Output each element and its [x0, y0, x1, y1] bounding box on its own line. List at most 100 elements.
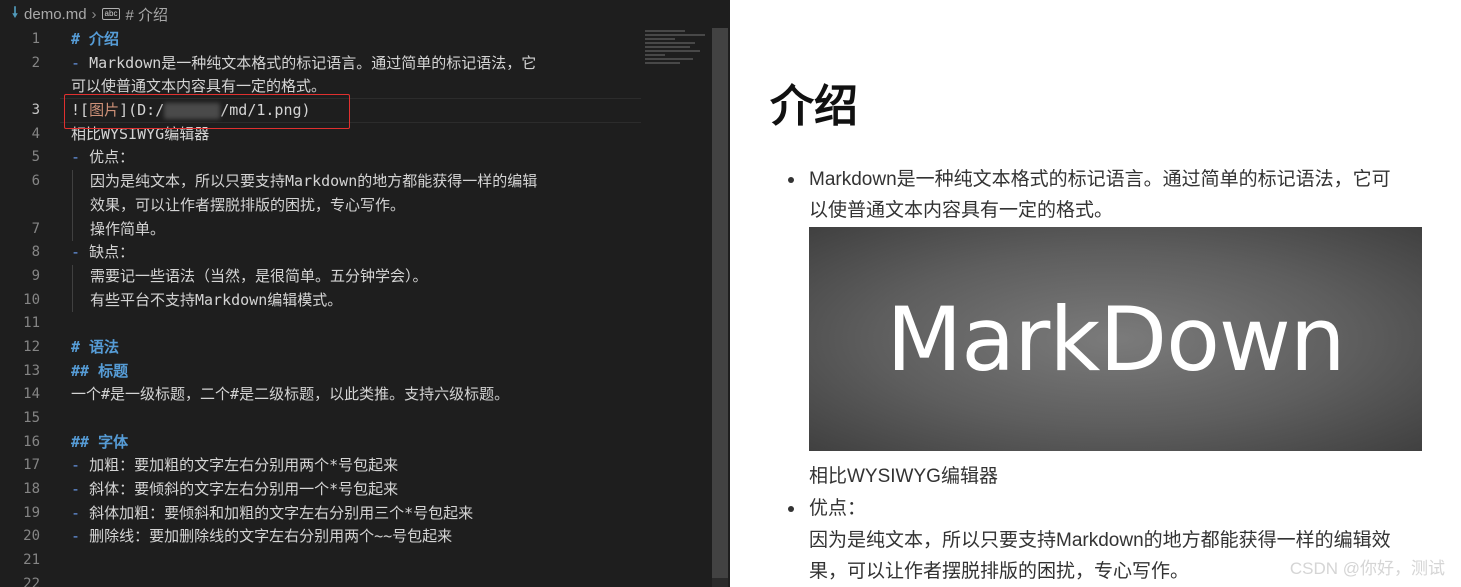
token: 有些平台不支持Markdown编辑模式。: [90, 290, 343, 309]
line-text: 一个#是一级标题，二个#是二级标题，以此类推。支持六级标题。: [71, 383, 509, 407]
line-number: 13: [23, 362, 40, 379]
token: 效果，可以让作者摆脱排版的困扰，专心写作。: [90, 195, 406, 214]
code-line[interactable]: 20 - 删除线：要加删除线的文字左右分别用两个~~号包起来: [0, 525, 645, 549]
token: -: [71, 527, 90, 546]
token: ## 字体: [71, 432, 129, 451]
breadcrumb: 🠗 demo.md › abc # 介绍: [0, 0, 652, 28]
token: 斜体：要倾斜的文字左右分别用一个*号包起来: [89, 480, 399, 499]
line-number: 22: [23, 575, 40, 587]
breadcrumb-file[interactable]: demo.md: [24, 6, 87, 23]
line-text: - 删除线：要加删除线的文字左右分别用两个~~号包起来: [71, 525, 452, 549]
indent-guide: [72, 170, 73, 194]
token: 需要记一些语法（当然，是很简单。五分钟学会）。: [90, 266, 428, 285]
token: # 语法: [71, 337, 120, 356]
markdown-logo-image: MarkDown: [809, 227, 1422, 451]
markdown-editor[interactable]: 🠗 demo.md › abc # 介绍 1 # 介绍 2 - Markdown是一种…: [0, 0, 730, 587]
bullet-dot: [788, 506, 794, 512]
code-line[interactable]: 5 - 优点：: [0, 146, 645, 170]
line-number: 17: [23, 457, 40, 474]
indent-guide: [72, 288, 73, 313]
token: -: [71, 480, 90, 499]
code-line[interactable]: 11: [0, 312, 645, 336]
line-text: 因为是纯文本，所以只要支持Markdown的地方都能获得一样的编辑: [90, 170, 537, 194]
code-line[interactable]: 6 因为是纯文本，所以只要支持Markdown的地方都能获得一样的编辑: [0, 170, 645, 194]
line-number: 12: [23, 338, 40, 355]
token: -: [71, 456, 90, 475]
string-symbol-icon: abc: [101, 8, 121, 20]
indent-guide: [72, 217, 73, 242]
code-line[interactable]: 15: [0, 407, 645, 431]
line-text: # 介绍: [71, 28, 119, 52]
token: ## 标题: [71, 361, 129, 380]
line-number: 2: [31, 54, 40, 71]
vertical-scrollbar-thumb[interactable]: [712, 28, 728, 578]
line-text: # 语法: [71, 336, 119, 360]
token: # 介绍: [71, 30, 120, 48]
line-number: 7: [31, 220, 40, 237]
code-line[interactable]: 10 有些平台不支持Markdown编辑模式。: [0, 288, 645, 313]
preview-pros-label: 优点：: [809, 498, 867, 519]
code-line[interactable]: 18 - 斜体：要倾斜的文字左右分别用一个*号包起来: [0, 478, 645, 502]
token: -: [71, 53, 90, 72]
markdown-preview: 介绍 Markdown是一种纯文本格式的标记语言。通过简单的标记语法，它可 以使…: [730, 0, 1461, 587]
indent-guide: [72, 193, 73, 218]
code-line[interactable]: 14 一个#是一级标题，二个#是二级标题，以此类推。支持六级标题。: [0, 383, 645, 407]
preview-bullet1-line2: 以使普通文本内容具有一定的格式。: [809, 200, 1114, 221]
preview-heading: 介绍: [770, 81, 858, 132]
line-text: - 斜体加粗：要倾斜和加粗的文字左右分别用三个*号包起来: [71, 502, 473, 526]
image-caption-text: MarkDown: [886, 287, 1345, 391]
line-text: - Markdown是一种纯文本格式的标记语言。通过简单的标记语法，它: [71, 52, 536, 76]
token: 缺点：: [89, 243, 135, 262]
code-line[interactable]: 9 需要记一些语法（当然，是很简单。五分钟学会）。: [0, 264, 645, 289]
code-line[interactable]: 16 ## 字体: [0, 431, 645, 455]
line-number: 14: [23, 386, 40, 403]
token: 斜体加粗：要倾斜和加粗的文字左右分别用三个*号包起来: [89, 503, 474, 522]
chevron-right-icon: ›: [91, 5, 97, 23]
code-line[interactable]: 12 # 语法: [0, 336, 645, 360]
token: -: [71, 148, 90, 167]
code-line[interactable]: 17 - 加粗：要加粗的文字左右分别用两个*号包起来: [0, 454, 645, 478]
code-line[interactable]: 7 操作简单。: [0, 217, 645, 242]
line-number: 9: [31, 267, 40, 284]
line-number: 21: [23, 552, 40, 569]
line-number: 6: [31, 173, 40, 190]
line-number: 4: [31, 125, 40, 142]
line-text: 效果，可以让作者摆脱排版的困扰，专心写作。: [90, 194, 405, 218]
bullet-dot: [788, 177, 794, 183]
token: 操作简单。: [90, 219, 166, 238]
minimap[interactable]: [645, 28, 710, 88]
line-text: ## 字体: [71, 431, 128, 455]
line-text: 需要记一些语法（当然，是很简单。五分钟学会）。: [90, 265, 428, 289]
code-line[interactable]: 21: [0, 549, 645, 573]
line-number: 19: [23, 504, 40, 521]
breadcrumb-symbol[interactable]: # 介绍: [125, 4, 168, 25]
code-line[interactable]: 2 - Markdown是一种纯文本格式的标记语言。通过简单的标记语法，它: [0, 52, 645, 76]
line-number: 5: [31, 149, 40, 166]
token: 删除线：要加删除线的文字左右分别用两个~~号包起来: [89, 527, 453, 546]
line-number: 18: [23, 481, 40, 498]
token: 因为是纯文本，所以只要支持Markdown的地方都能获得一样的编辑: [90, 172, 538, 191]
line-number: 1: [31, 31, 40, 47]
line-number: 15: [23, 410, 40, 426]
code-line[interactable]: 8 - 缺点：: [0, 241, 645, 265]
line-number: 11: [23, 315, 40, 332]
token: 可以使普通文本内容具有一定的格式。: [71, 77, 327, 96]
line-number: 8: [31, 244, 40, 261]
line-number: 3: [31, 102, 40, 119]
token: -: [71, 503, 90, 522]
preview-pros-line2: 果，可以让作者摆脱排版的困扰，专心写作。: [809, 561, 1190, 582]
code-line[interactable]: 19 - 斜体加粗：要倾斜和加粗的文字左右分别用三个*号包起来: [0, 502, 645, 526]
line-text: ## 标题: [71, 360, 128, 384]
code-line[interactable]: 效果，可以让作者摆脱排版的困扰，专心写作。: [0, 193, 645, 218]
code-line[interactable]: 13 ## 标题: [0, 360, 645, 384]
line-text: - 缺点：: [71, 241, 134, 265]
code-line[interactable]: 22: [0, 573, 645, 587]
preview-pros-line1: 因为是纯文本，所以只要支持Markdown的地方都能获得一样的编辑效: [809, 530, 1391, 551]
code-line[interactable]: 1 # 介绍: [0, 28, 645, 52]
line-text: - 优点：: [71, 146, 134, 170]
line-number: 10: [23, 291, 40, 308]
indent-guide: [72, 264, 73, 289]
token: 优点：: [89, 148, 135, 167]
preview-bullet1-line1: Markdown是一种纯文本格式的标记语言。通过简单的标记语法，它可: [809, 169, 1391, 190]
token: Markdown是一种纯文本格式的标记语言。通过简单的标记语法，它: [89, 53, 537, 72]
